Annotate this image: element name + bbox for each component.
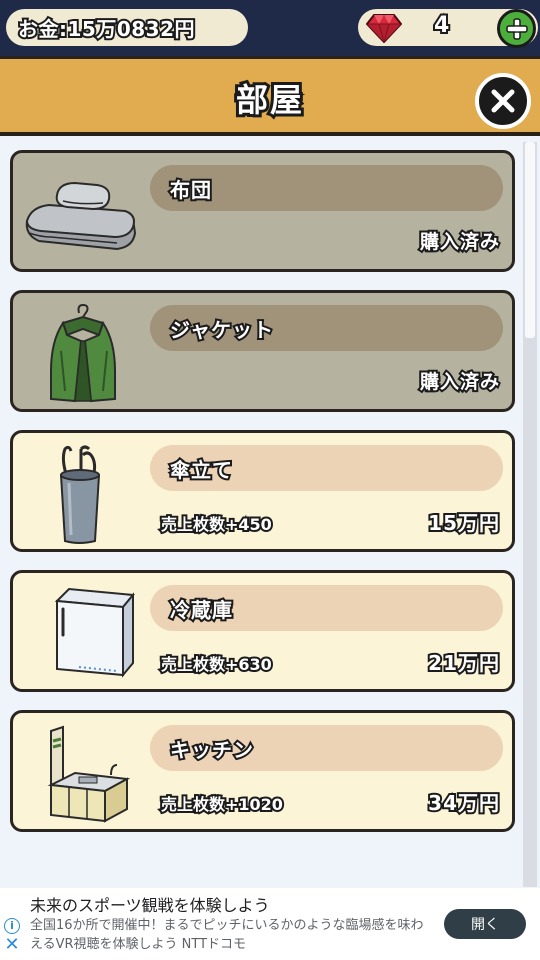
page-header: 部屋 <box>0 56 540 136</box>
fridge-icon <box>54 587 135 678</box>
plus-icon <box>505 17 528 40</box>
status-bar: お金:15万0832円 4 <box>0 0 540 56</box>
sales-bonus: 売上枚数+1020 <box>159 793 285 816</box>
ad-banner[interactable]: i ✕ 未来のスポーツ観戦を体験しよう 全国16か所で開催中！まるでピッチにいる… <box>0 888 540 960</box>
close-icon <box>491 89 515 113</box>
list-item-fridge[interactable]: 冷蔵庫 売上枚数+630 21万円 <box>10 570 515 692</box>
item-name: 冷蔵庫 <box>168 596 234 624</box>
list-item-futon[interactable]: 布団 購入済み <box>10 150 515 272</box>
item-name: 傘立て <box>168 456 234 484</box>
info-icon[interactable]: i <box>4 918 20 934</box>
money-display: お金:15万0832円 <box>6 9 248 46</box>
kitchen-icon <box>47 725 131 823</box>
umbrella-stand-icon <box>59 445 101 544</box>
list-item-umbrella-stand[interactable]: 傘立て 売上枚数+450 15万円 <box>10 430 515 552</box>
futon-icon <box>25 181 137 251</box>
scrollbar-thumb[interactable] <box>525 142 535 338</box>
list-item-kitchen[interactable]: キッチン 売上枚数+1020 34万円 <box>10 710 515 832</box>
price-label: 15万円 <box>426 509 501 537</box>
item-name: キッチン <box>168 736 255 764</box>
page-title: 部屋 <box>233 78 305 122</box>
ad-title[interactable]: 未来のスポーツ観戦を体験しよう <box>30 892 270 916</box>
price-label: 34万円 <box>426 789 501 817</box>
price-label: 21万円 <box>426 649 501 677</box>
gem-icon <box>366 14 402 43</box>
gem-count: 4 <box>432 11 451 40</box>
purchased-label: 購入済み <box>418 369 501 395</box>
jacket-icon <box>50 303 116 403</box>
purchased-label: 購入済み <box>418 229 501 255</box>
sales-bonus: 売上枚数+450 <box>159 513 274 536</box>
money-text: お金:15万0832円 <box>16 15 197 43</box>
close-icon[interactable]: ✕ <box>4 936 20 954</box>
add-gem-button[interactable] <box>497 9 536 48</box>
item-name: ジャケット <box>168 316 275 344</box>
ad-body[interactable]: 全国16か所で開催中！まるでピッチにいるかのような臨場感を味わえるVR視聴を体験… <box>30 916 430 954</box>
item-name: 布団 <box>168 176 213 204</box>
close-button[interactable] <box>475 73 531 129</box>
ad-open-button[interactable]: 開く <box>444 909 526 939</box>
sales-bonus: 売上枚数+630 <box>159 653 274 676</box>
list-item-jacket[interactable]: ジャケット 購入済み <box>10 290 515 412</box>
